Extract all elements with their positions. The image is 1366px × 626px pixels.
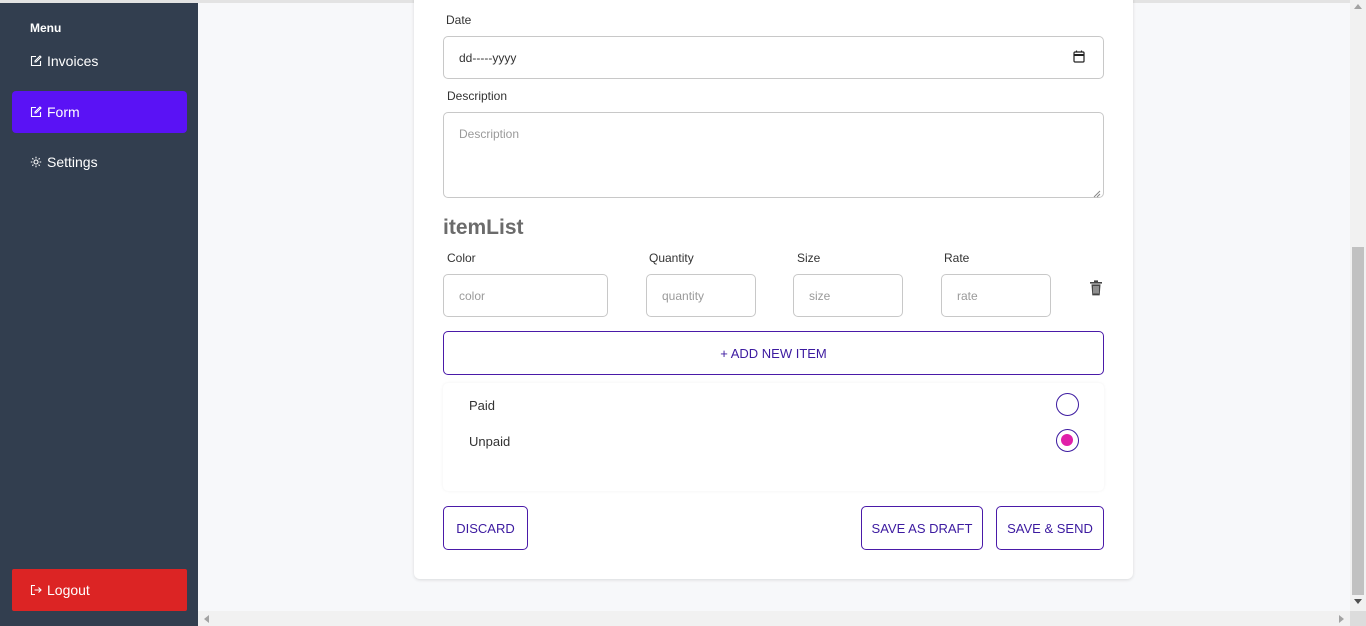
menu-title: Menu	[30, 21, 62, 35]
rate-label: Rate	[944, 251, 970, 265]
color-input[interactable]: color	[443, 274, 608, 317]
sidebar-item-form[interactable]: Form	[12, 91, 187, 133]
payment-status-group: Paid Unpaid	[443, 383, 1104, 491]
size-label: Size	[797, 251, 821, 265]
sidebar: Menu Invoices Form Settings Logout	[0, 0, 198, 626]
paid-label: Paid	[469, 398, 496, 413]
description-textarea[interactable]: Description	[443, 112, 1104, 198]
unpaid-label: Unpaid	[469, 434, 511, 449]
quantity-label: Quantity	[649, 251, 694, 265]
trash-icon[interactable]	[1089, 280, 1103, 296]
edit-icon	[30, 55, 42, 67]
color-label: Color	[447, 251, 476, 265]
sidebar-item-invoices[interactable]: Invoices	[12, 40, 187, 82]
main-content: Date dd-----yyyy Description Description…	[198, 0, 1350, 611]
sidebar-item-settings[interactable]: Settings	[12, 141, 187, 183]
save-as-draft-button[interactable]: SAVE AS DRAFT	[861, 506, 983, 550]
rate-input[interactable]: rate	[941, 274, 1051, 317]
save-and-send-button[interactable]: SAVE & SEND	[996, 506, 1104, 550]
size-input[interactable]: size	[793, 274, 903, 317]
date-value: dd-----yyyy	[459, 50, 517, 65]
scroll-up-icon[interactable]	[1354, 4, 1362, 9]
sidebar-item-label: Invoices	[47, 53, 99, 69]
quantity-input[interactable]: quantity	[646, 274, 756, 317]
calendar-icon[interactable]	[1073, 50, 1085, 66]
scroll-left-icon[interactable]	[204, 615, 209, 623]
logout-button[interactable]: Logout	[12, 569, 187, 611]
scrollbar-corner	[1350, 611, 1366, 626]
unpaid-radio[interactable]	[1056, 429, 1079, 452]
date-label: Date	[446, 13, 472, 27]
size-placeholder: size	[809, 288, 831, 303]
add-new-item-button[interactable]: + ADD NEW ITEM	[443, 331, 1104, 375]
rate-placeholder: rate	[957, 288, 978, 303]
vertical-scrollbar[interactable]	[1350, 0, 1366, 611]
description-label: Description	[447, 89, 508, 103]
description-placeholder: Description	[459, 127, 520, 141]
scroll-right-icon[interactable]	[1339, 615, 1344, 623]
sidebar-item-label: Settings	[47, 154, 98, 170]
color-placeholder: color	[459, 288, 486, 303]
item-list-title: itemList	[443, 216, 524, 239]
paid-radio[interactable]	[1056, 393, 1079, 416]
date-input[interactable]: dd-----yyyy	[443, 36, 1104, 79]
scrollbar-thumb[interactable]	[1352, 247, 1364, 595]
scroll-down-icon[interactable]	[1354, 599, 1362, 604]
logout-label: Logout	[47, 582, 90, 598]
sidebar-item-label: Form	[47, 104, 80, 120]
invoice-form-card: Date dd-----yyyy Description Description…	[414, 0, 1133, 579]
quantity-placeholder: quantity	[662, 288, 705, 303]
discard-button[interactable]: DISCARD	[443, 506, 528, 550]
logout-icon	[30, 584, 42, 596]
edit-icon	[30, 106, 42, 118]
gear-icon	[30, 156, 42, 168]
horizontal-scrollbar[interactable]	[198, 611, 1350, 626]
resize-handle-icon[interactable]	[1093, 187, 1101, 198]
